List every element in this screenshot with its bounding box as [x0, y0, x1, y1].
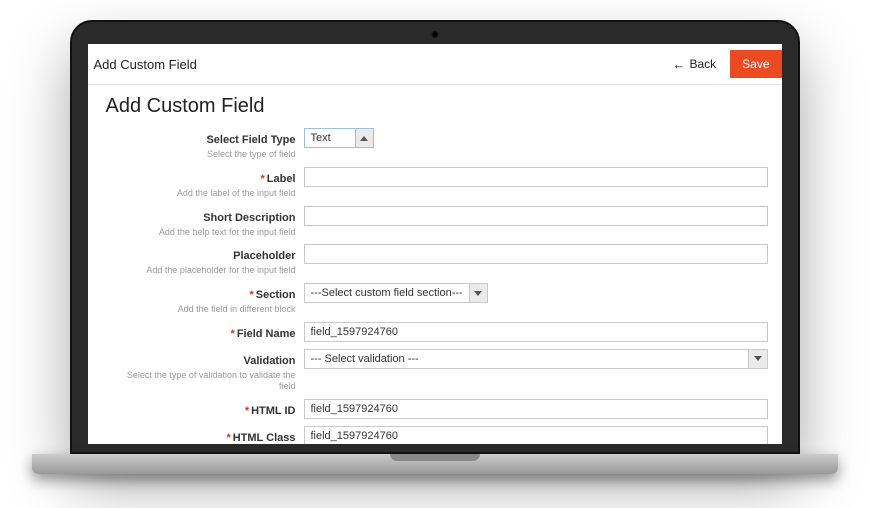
field-type-label: Select Field Type — [206, 134, 295, 146]
custom-field-form: Select Field Type Select the type of fie… — [106, 128, 774, 444]
validation-hint: Select the type of validation to validat… — [116, 370, 296, 392]
required-mark: * — [226, 432, 230, 444]
field-type-select[interactable]: Text — [304, 128, 374, 148]
field-type-dropdown-button[interactable] — [355, 129, 373, 147]
label-label: *Label — [260, 173, 295, 185]
control-col — [304, 244, 774, 264]
validation-input[interactable] — [304, 349, 748, 369]
section-select[interactable]: ---Select custom field section--- — [304, 283, 488, 303]
label-col: Validation Select the type of validation… — [116, 349, 296, 392]
control-col: ---Select custom field section--- — [304, 283, 774, 303]
required-mark: * — [249, 289, 253, 301]
section-dropdown-button[interactable] — [469, 284, 487, 302]
field-type-value: Text — [305, 129, 355, 147]
section-label: *Section — [249, 289, 295, 301]
row-field-name: *Field Name — [116, 322, 774, 342]
label-col: *HTML Class — [116, 426, 296, 444]
control-col — [304, 167, 774, 187]
row-short-description: Short Description Add the help text for … — [116, 206, 774, 238]
label-col: Short Description Add the help text for … — [116, 206, 296, 238]
control-col — [304, 322, 774, 342]
html-id-input[interactable] — [304, 399, 768, 419]
page-title: Add Custom Field — [106, 89, 774, 128]
section-value: ---Select custom field section--- — [305, 284, 469, 302]
row-validation: Validation Select the type of validation… — [116, 349, 774, 392]
placeholder-label: Placeholder — [233, 250, 295, 262]
caret-up-icon — [360, 136, 368, 141]
topbar-actions: ← Back Save — [666, 50, 781, 78]
short-description-hint: Add the help text for the input field — [116, 227, 296, 238]
row-section: *Section Add the field in different bloc… — [116, 283, 774, 315]
control-col — [304, 399, 774, 419]
back-button[interactable]: ← Back — [666, 53, 722, 75]
control-col — [304, 206, 774, 226]
control-col — [304, 426, 774, 444]
validation-dropdown-button[interactable] — [748, 349, 768, 369]
field-name-label: *Field Name — [231, 328, 296, 340]
laptop-camera — [431, 31, 438, 38]
topbar-title: Add Custom Field — [94, 57, 197, 72]
html-class-input[interactable] — [304, 426, 768, 444]
laptop-mockup: Add Custom Field ← Back Save Add Custom … — [70, 20, 800, 474]
content-scroll[interactable]: Add Custom Field Select Field Type Selec… — [88, 85, 782, 444]
arrow-left-icon: ← — [672, 58, 685, 71]
label-col: Select Field Type Select the type of fie… — [116, 128, 296, 160]
laptop-bezel: Add Custom Field ← Back Save Add Custom … — [70, 20, 800, 454]
control-col: Text — [304, 128, 774, 148]
label-hint: Add the label of the input field — [116, 188, 296, 199]
section-hint: Add the field in different block — [116, 304, 296, 315]
required-mark: * — [245, 405, 249, 417]
caret-down-icon — [474, 291, 482, 296]
caret-down-icon — [754, 356, 762, 361]
row-html-class: *HTML Class — [116, 426, 774, 444]
row-field-type: Select Field Type Select the type of fie… — [116, 128, 774, 160]
short-description-input[interactable] — [304, 206, 768, 226]
control-col — [304, 349, 774, 369]
label-col: *HTML ID — [116, 399, 296, 419]
html-class-label: *HTML Class — [226, 432, 295, 444]
placeholder-input[interactable] — [304, 244, 768, 264]
label-col: *Field Name — [116, 322, 296, 342]
back-button-label: Back — [689, 57, 716, 71]
validation-label: Validation — [244, 355, 296, 367]
save-button[interactable]: Save — [730, 50, 781, 78]
app-screen: Add Custom Field ← Back Save Add Custom … — [88, 44, 782, 444]
required-mark: * — [260, 173, 264, 185]
placeholder-hint: Add the placeholder for the input field — [116, 265, 296, 276]
required-mark: * — [231, 328, 235, 340]
laptop-base — [32, 454, 838, 474]
field-type-hint: Select the type of field — [116, 149, 296, 160]
short-description-label: Short Description — [203, 212, 295, 224]
topbar: Add Custom Field ← Back Save — [88, 44, 782, 85]
html-id-label: *HTML ID — [245, 405, 296, 417]
validation-select[interactable] — [304, 349, 768, 369]
row-html-id: *HTML ID — [116, 399, 774, 419]
field-name-input[interactable] — [304, 322, 768, 342]
label-input[interactable] — [304, 167, 768, 187]
label-col: Placeholder Add the placeholder for the … — [116, 244, 296, 276]
label-col: *Label Add the label of the input field — [116, 167, 296, 199]
label-col: *Section Add the field in different bloc… — [116, 283, 296, 315]
row-label: *Label Add the label of the input field — [116, 167, 774, 199]
row-placeholder: Placeholder Add the placeholder for the … — [116, 244, 774, 276]
